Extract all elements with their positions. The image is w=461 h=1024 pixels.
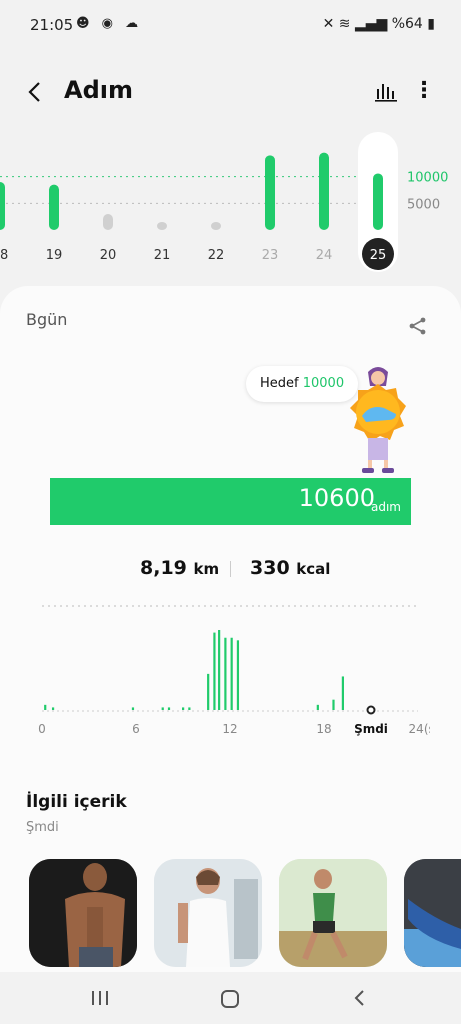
day-label-18: 18 [0,248,8,263]
hour-bar [332,699,335,710]
hour-bar [224,637,227,710]
hourly-steps-chart: 0 6 12 18 Şmdi 24(s) [38,605,430,736]
hour-tick-label: Şmdi [354,722,388,736]
day-label-20: 20 [100,248,117,263]
goal-prefix: Hedef [260,376,303,391]
fitness-image-1 [29,859,137,967]
content-card-2[interactable] [154,859,262,967]
hour-bar [218,630,221,710]
hour-bar [131,707,135,710]
day-label-25: 25 [370,248,387,263]
related-title: İlgili içerik [26,792,127,812]
hour-bar [51,707,55,710]
hour-bar [182,707,185,710]
goal-high-label: 10000 [407,171,448,186]
hour-bar [236,640,240,710]
day-bar-23 [265,155,275,230]
share-button[interactable] [408,316,428,336]
now-marker [366,705,376,715]
back-arrow-icon [28,82,40,102]
calories-value: 330 [250,557,290,579]
today-label: Bgün [26,310,68,329]
weekly-steps-chart: 10000 5000 18 19 20 21 22 23 24 25 [0,132,448,272]
day-label-24: 24 [316,248,333,263]
back-nav-icon[interactable] [350,988,370,1008]
content-card-3[interactable] [279,859,387,967]
hour-bar [188,707,191,710]
day-bar-22 [211,222,221,230]
status-right: ✕ ≋ ▂▄▆ %64 ▮ [323,16,435,32]
system-nav-bar [0,972,461,1024]
wifi-icon: ≋ [338,16,351,32]
related-subtitle: Şmdi [26,820,59,835]
battery-percent: %64 [391,16,423,32]
hour-tick-label: 6 [132,722,140,736]
mute-icon: ✕ [322,16,335,32]
status-bar: 21:05 ☻ ◉ ☁ ✕ ≋ ▂▄▆ %64 ▮ [0,0,461,52]
day-bar-20 [103,214,113,230]
goal-low-label: 5000 [407,197,440,212]
page-title: Adım [64,76,133,104]
day-bar-25 [373,173,383,230]
distance-value: 8,19 [140,557,187,579]
day-label-21: 21 [154,248,171,263]
day-bar-19 [49,184,59,230]
calories-unit: kcal [296,560,331,578]
content-card-1[interactable] [29,859,137,967]
day-bar-24 [319,152,329,230]
day-label-19: 19 [46,248,63,263]
bar-chart-icon [375,84,397,102]
signal-icon: ▂▄▆ [354,16,388,32]
hour-bar [44,704,47,710]
steps-progress-bar: 10600 adım [50,478,411,525]
day-bar-18 [0,182,5,230]
fitness-image-2 [154,859,262,967]
hour-tick-label: 0 [38,722,46,736]
day-label-22: 22 [208,248,225,263]
trends-button[interactable] [375,80,397,102]
hour-bar [213,632,216,710]
mascot-illustration [350,367,406,473]
share-icon [409,317,426,335]
fitness-image-3 [279,859,387,967]
day-label-23: 23 [262,248,279,263]
status-time: 21:05 [30,16,74,34]
steps-unit: adım [371,500,401,514]
steps-count: 10600 [298,484,375,512]
home-icon[interactable] [219,988,241,1010]
distance-stat: 8,19 km [140,557,219,579]
calories-stat: 330 kcal [250,557,330,579]
hour-bar [230,637,233,710]
hour-tick-label: 18 [316,722,331,736]
hour-bar [167,707,171,710]
more-options-button[interactable]: ⋮ [413,78,435,104]
hour-bar [161,707,164,710]
distance-unit: km [193,560,220,578]
content-card-4[interactable] [404,859,461,967]
goal-value: 10000 [302,376,345,391]
back-button[interactable] [22,78,50,106]
hour-tick-label: 12 [222,722,237,736]
recents-icon[interactable] [90,988,110,1008]
hour-bar [316,704,319,710]
fitness-image-4 [404,859,461,967]
battery-icon: ▮ [427,16,435,32]
hour-tick-label: 24(s) [409,722,430,736]
hour-bar [341,676,344,710]
day-bar-21 [157,222,167,230]
hour-bar [207,673,210,710]
stats-divider [230,561,231,577]
notification-icons: ☻ ◉ ☁ [76,16,143,31]
